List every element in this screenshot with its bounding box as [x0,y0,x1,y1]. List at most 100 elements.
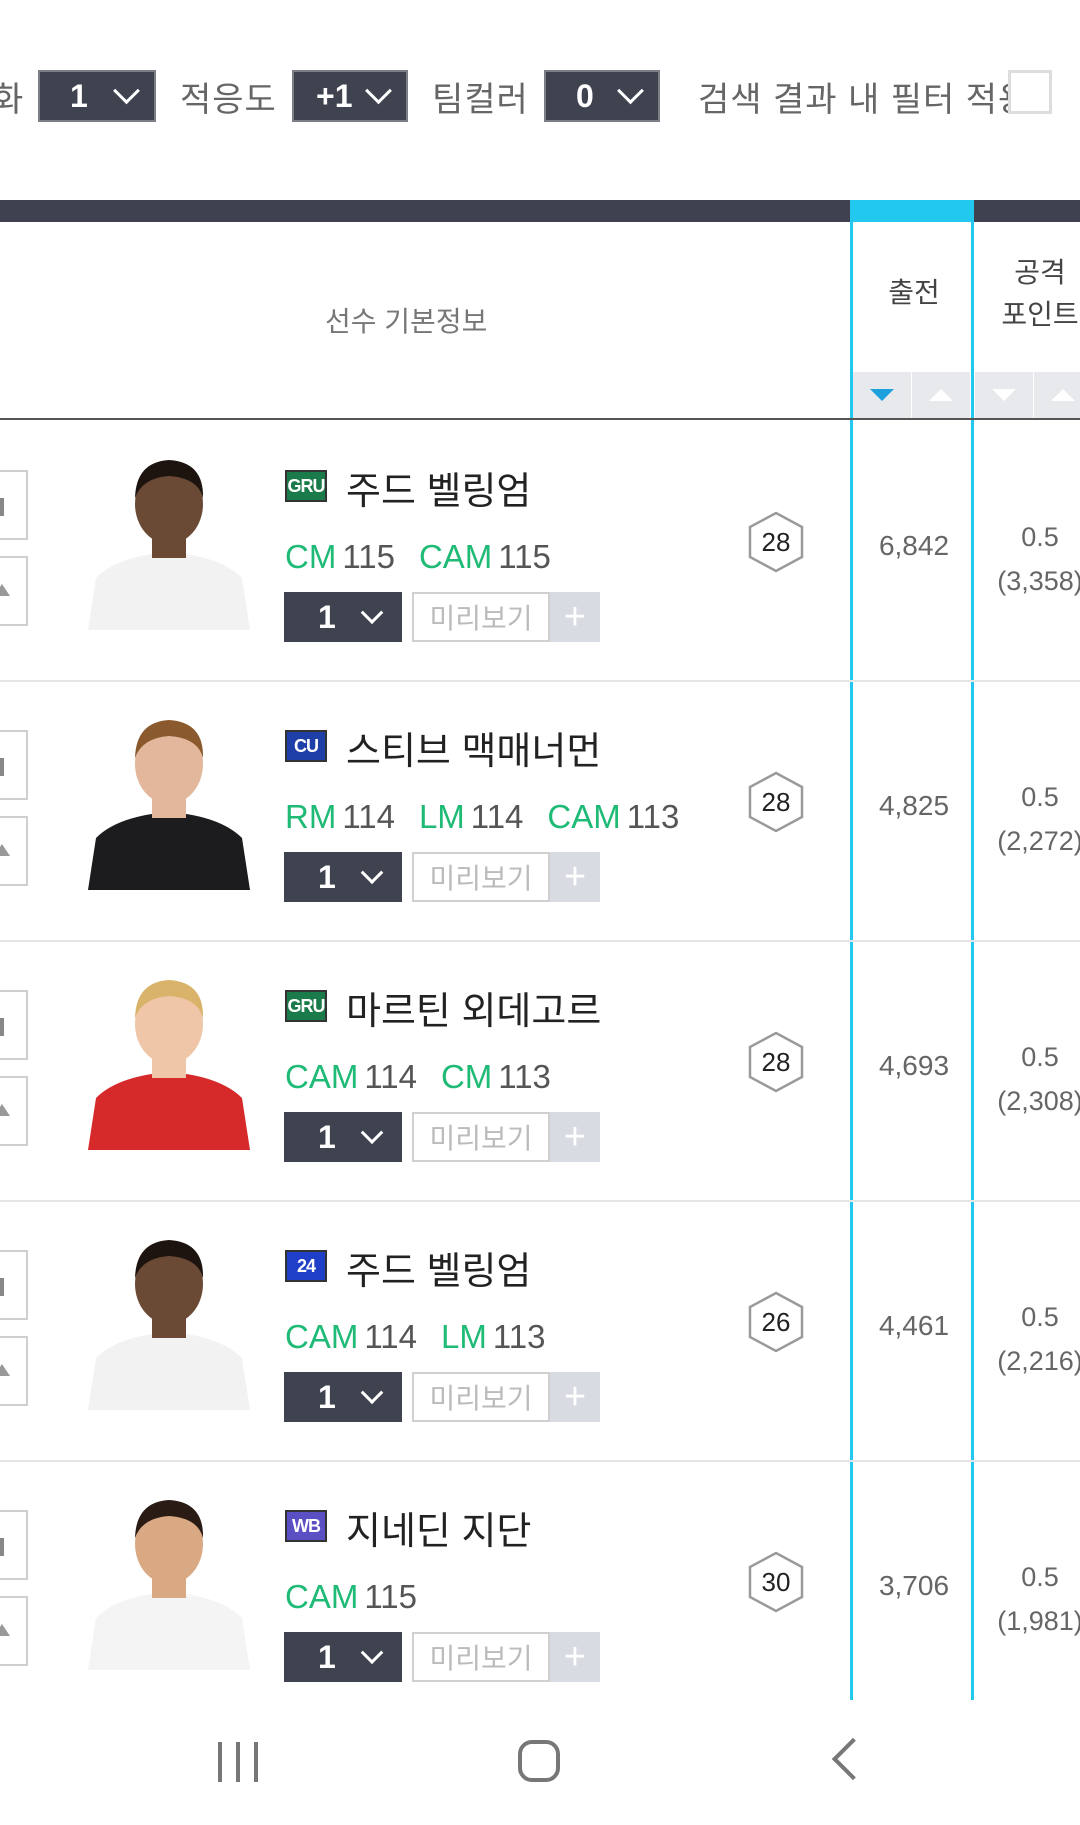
system-nav-bar [0,1700,1080,1825]
preview-button[interactable]: 미리보기 [412,1112,550,1162]
reinforce-label: 화 [0,81,24,119]
teamcolor-value: 0 [576,77,594,114]
position-rating: 113 [498,1058,551,1095]
sort-asc-button[interactable] [1034,372,1080,418]
season-badge: GRU [285,990,327,1022]
player-name[interactable]: 주드 벨링엄 [346,1240,531,1295]
add-button[interactable]: + [550,592,600,642]
chevron-down-icon [360,1381,384,1405]
level-select[interactable]: 1 [284,592,402,642]
level-value: 1 [318,858,336,895]
preview-button[interactable]: 미리보기 [412,592,550,642]
attack-points: 0.5 (2,272) [980,775,1080,863]
attack-header-line2: 포인트 [1001,299,1079,330]
sort-desc-button[interactable] [853,372,912,418]
position-rating: 115 [342,538,395,575]
back-icon[interactable] [831,1737,875,1781]
move-up-button[interactable] [0,816,28,886]
chevron-down-icon [365,76,392,104]
level-value: 1 [318,1378,336,1415]
attack-header-line1: 공격 [1014,257,1066,288]
level-value: 1 [318,598,336,635]
move-up-button[interactable] [0,556,28,626]
table-row[interactable]: GRU 마르틴 외데고르 CAM 114 CM 113 1 미리보기 + 28 4,6… [0,940,1080,1202]
player-photo[interactable] [78,1488,260,1670]
attack-average: 0.5 [1021,1042,1059,1072]
level-select[interactable]: 1 [284,1632,402,1682]
sort-asc-button[interactable] [912,372,971,418]
move-up-button[interactable] [0,1336,28,1406]
position-code: CAM [285,1058,359,1095]
add-button[interactable]: + [550,852,600,902]
apply-filter-checkbox[interactable] [1008,70,1052,114]
attack-points: 0.5 (1,981) [980,1555,1080,1643]
adaptability-label: 적응도 [180,81,277,119]
player-positions: CAM 115 [285,1578,441,1616]
chevron-down-icon [360,1121,384,1145]
compare-button[interactable] [0,730,28,800]
position-code: CAM [418,538,493,575]
home-icon[interactable] [518,1740,560,1782]
level-select[interactable]: 1 [284,852,402,902]
salary-badge: 28 [746,770,806,834]
player-positions: CAM 114 CM 113 [285,1058,575,1096]
level-select[interactable]: 1 [284,1112,402,1162]
compare-button[interactable] [0,1250,28,1320]
active-column-accent [852,200,974,222]
preview-button[interactable]: 미리보기 [412,1372,550,1422]
apply-filter-label: 검색 결과 내 필터 적용 [698,81,1031,119]
level-select[interactable]: 1 [284,1372,402,1422]
player-positions: RM 114 LM 114 CAM 113 [285,798,703,836]
games-sort-controls [853,372,971,418]
player-name[interactable]: 주드 벨링엄 [346,460,531,515]
reinforce-value: 1 [70,77,88,114]
chevron-down-icon [617,76,644,104]
sort-desc-button[interactable] [975,372,1034,418]
player-positions: CM 115 CAM 115 [285,538,575,576]
move-up-button[interactable] [0,1596,28,1666]
filter-bar: 화 1 적응도 +1 팀컬러 0 검색 결과 내 필터 적용 [0,0,1080,200]
recent-apps-icon[interactable] [218,1742,258,1782]
adaptability-select[interactable]: +1 [292,70,408,122]
reinforce-select[interactable]: 1 [38,70,156,122]
player-name[interactable]: 스티브 맥매너먼 [346,720,601,775]
sort-up-icon [929,389,953,401]
attack-average: 0.5 [1021,782,1059,812]
player-photo[interactable] [78,1228,260,1410]
compare-button[interactable] [0,990,28,1060]
preview-button[interactable]: 미리보기 [412,852,550,902]
attack-average: 0.5 [1021,1562,1059,1592]
position-code: CM [285,538,337,575]
position-code: CAM [547,798,621,835]
preview-button[interactable]: 미리보기 [412,1632,550,1682]
compare-button[interactable] [0,470,28,540]
teamcolor-select[interactable]: 0 [544,70,660,122]
attack-column-header[interactable]: 공격 포인트 [980,252,1080,336]
add-button[interactable]: + [550,1372,600,1422]
games-value: 4,825 [878,790,950,821]
table-row[interactable]: WB 지네딘 지단 CAM 115 1 미리보기 + 30 3,706 0.5 (1… [0,1460,1080,1722]
position-rating: 114 [364,1318,417,1355]
add-button[interactable]: + [550,1112,600,1162]
salary-value: 28 [761,1046,791,1077]
salary-value: 28 [761,786,791,817]
player-name[interactable]: 마르틴 외데고르 [346,980,601,1035]
player-name[interactable]: 지네딘 지단 [346,1500,531,1555]
player-photo[interactable] [78,968,260,1150]
player-positions: CAM 114 LM 113 [285,1318,569,1356]
player-photo[interactable] [78,708,260,890]
season-badge: WB [285,1510,327,1542]
position-code: LM [440,1318,487,1355]
table-row[interactable]: GRU 주드 벨링엄 CM 115 CAM 115 1 미리보기 + 28 6,842… [0,420,1080,682]
player-photo[interactable] [78,448,260,630]
compare-button[interactable] [0,1510,28,1580]
attack-total: (1,981) [997,1606,1080,1636]
attack-points: 0.5 (2,216) [980,1295,1080,1383]
move-up-button[interactable] [0,1076,28,1146]
season-badge: CU [285,730,327,762]
add-button[interactable]: + [550,1632,600,1682]
table-row[interactable]: 24 주드 벨링엄 CAM 114 LM 113 1 미리보기 + 26 4,461 … [0,1200,1080,1462]
table-row[interactable]: CU 스티브 맥매너먼 RM 114 LM 114 CAM 113 1 미리보기 + 28… [0,680,1080,942]
position-code: CM [440,1058,493,1095]
games-column-header[interactable]: 출전 [858,272,970,314]
